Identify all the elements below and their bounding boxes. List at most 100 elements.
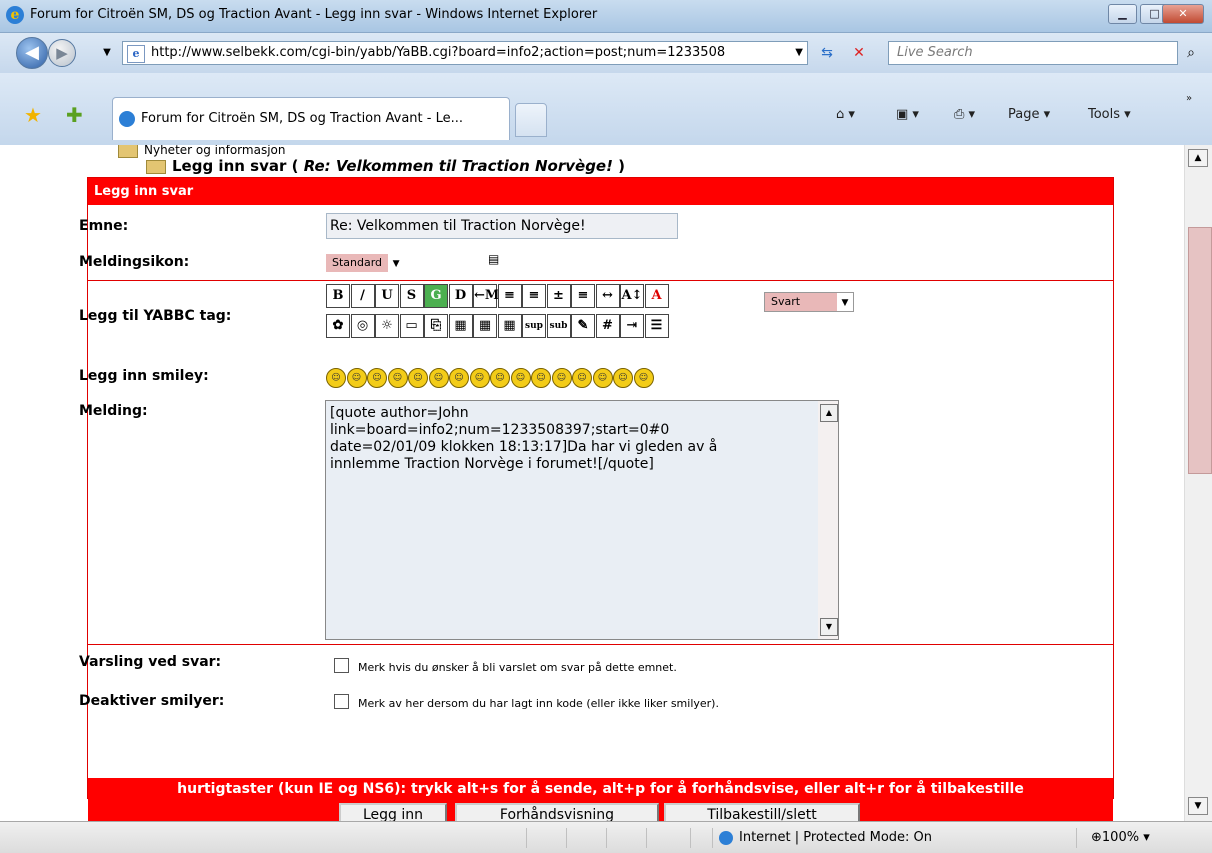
page-viewport: Nyheter og informasjon Legg inn svar ( R… xyxy=(0,145,1184,821)
smiley-icon[interactable]: ☺ xyxy=(572,368,592,388)
tools-menu[interactable]: Tools ▾ xyxy=(1088,107,1131,122)
minimize-button[interactable]: ▁ xyxy=(1108,4,1137,24)
zoom-control[interactable]: ⊕100% ▾ xyxy=(1076,828,1201,848)
yabbc-tool-button[interactable]: B xyxy=(326,284,350,308)
yabbc-tool-button[interactable]: ≡ xyxy=(522,284,546,308)
nosmiley-label: Deaktiver smilyer: xyxy=(79,693,225,709)
nosmiley-text: Merk av her dersom du har lagt inn kode … xyxy=(358,697,719,710)
smiley-icon[interactable]: ☺ xyxy=(326,368,346,388)
yabbc-tool-button[interactable]: ✿ xyxy=(326,314,350,338)
page-menu[interactable]: Page ▾ xyxy=(1008,107,1050,122)
yabbc-tool-button[interactable]: S xyxy=(399,284,424,308)
yabbc-tool-button[interactable]: ⇥ xyxy=(620,314,644,338)
disable-smilies-checkbox[interactable] xyxy=(334,694,349,709)
ie-logo-icon: e xyxy=(6,6,24,24)
message-textarea[interactable]: [quote author=John link=board=info2;num=… xyxy=(325,400,839,640)
yabbc-tool-button[interactable]: # xyxy=(595,314,620,338)
window-titlebar: e Forum for Citroën SM, DS og Traction A… xyxy=(0,0,1212,33)
smiley-icon[interactable]: ☺ xyxy=(490,368,510,388)
yabbc-tool-button[interactable]: A xyxy=(644,284,669,308)
search-icon[interactable]: ⌕ xyxy=(1180,43,1202,63)
folder-open-icon xyxy=(146,159,166,174)
yabbc-tool-button[interactable]: ▦ xyxy=(497,314,522,338)
stop-icon[interactable]: ✕ xyxy=(848,43,870,63)
yabbc-tool-button[interactable]: ▦ xyxy=(473,314,497,338)
page-scrollbar[interactable]: ▲ ▼ xyxy=(1184,145,1212,821)
smiley-icon[interactable]: ☺ xyxy=(367,368,387,388)
smiley-icon[interactable]: ☺ xyxy=(449,368,469,388)
scroll-down-icon[interactable]: ▼ xyxy=(1188,797,1208,815)
textarea-scrollbar[interactable]: ▲ ▼ xyxy=(818,401,838,639)
yabbc-tool-button[interactable]: sub xyxy=(546,314,571,338)
history-dropdown-icon[interactable]: ▼ xyxy=(96,43,118,63)
refresh-icon[interactable]: ⇆ xyxy=(816,43,838,63)
smiley-icon[interactable]: ☺ xyxy=(613,368,633,388)
yabbc-label: Legg til YABBC tag: xyxy=(79,308,232,324)
tab-active[interactable]: Forum for Citroën SM, DS og Traction Ava… xyxy=(112,97,510,140)
yabbc-tool-button[interactable]: ≡ xyxy=(497,284,522,308)
status-cell xyxy=(566,828,567,848)
notify-checkbox[interactable] xyxy=(334,658,349,673)
smiley-icon[interactable]: ☺ xyxy=(346,368,367,388)
yabbc-tool-button[interactable]: A↕ xyxy=(620,284,644,308)
tab-ie-icon xyxy=(119,110,135,127)
yabbc-tool-button[interactable]: ☰ xyxy=(644,314,669,338)
notify-label: Varsling ved svar: xyxy=(79,654,222,670)
message-icon-select[interactable]: Standard ▼ xyxy=(326,254,405,272)
new-tab-button[interactable] xyxy=(515,103,547,137)
smiley-icon[interactable]: ☺ xyxy=(592,368,613,388)
yabbc-tool-button[interactable]: ◎ xyxy=(350,314,375,338)
search-input[interactable]: Live Search xyxy=(888,41,1178,65)
print-icon[interactable]: ⎙ ▾ xyxy=(954,107,975,122)
smiley-icon[interactable]: ☺ xyxy=(510,368,531,388)
back-button[interactable]: ◀ xyxy=(16,37,48,69)
subject-input[interactable]: Re: Velkommen til Traction Norvège! xyxy=(326,213,678,239)
yabbc-tool-button[interactable]: ▦ xyxy=(448,314,473,338)
breadcrumb-board[interactable]: Nyheter og informasjon xyxy=(118,145,285,158)
close-button[interactable]: ✕ xyxy=(1162,4,1204,24)
scroll-up-icon[interactable]: ▲ xyxy=(820,404,838,422)
smiley-icon[interactable]: ☺ xyxy=(408,368,428,388)
yabbc-tool-button[interactable]: sup xyxy=(522,314,546,338)
smiley-icon[interactable]: ☺ xyxy=(531,368,551,388)
feeds-icon[interactable]: ▣ ▾ xyxy=(896,107,919,122)
window-title: Forum for Citroën SM, DS og Traction Ava… xyxy=(30,7,598,22)
globe-icon xyxy=(719,830,733,845)
yabbc-tool-button[interactable]: ± xyxy=(546,284,571,308)
yabbc-tool-button[interactable]: ⎘ xyxy=(424,314,448,338)
favorites-star-icon[interactable]: ★ xyxy=(24,103,42,127)
yabbc-tool-button[interactable]: ↔ xyxy=(595,284,620,308)
scroll-thumb[interactable] xyxy=(1188,227,1212,474)
yabbc-tool-button[interactable]: G xyxy=(424,284,448,308)
smiley-icon[interactable]: ☺ xyxy=(387,368,408,388)
yabbc-tool-button[interactable]: ☼ xyxy=(375,314,399,338)
address-field[interactable]: e http://www.selbekk.com/cgi-bin/yabb/YaB… xyxy=(122,41,808,65)
yabbc-tool-button[interactable]: ▭ xyxy=(399,314,424,338)
yabbc-tool-button[interactable]: ←M xyxy=(473,284,499,308)
yabbc-tool-button[interactable]: ✎ xyxy=(571,314,595,338)
yabbc-tool-button[interactable]: D xyxy=(448,284,473,308)
add-favorites-icon[interactable]: ✚ xyxy=(66,103,83,127)
smiley-icon[interactable]: ☺ xyxy=(469,368,490,388)
home-icon[interactable]: ⌂ ▾ xyxy=(836,107,855,122)
status-cell xyxy=(606,828,607,848)
reset-button[interactable]: Tilbakestill/slett xyxy=(664,803,860,821)
preview-button[interactable]: Forhåndsvisning xyxy=(455,803,659,821)
scroll-up-icon[interactable]: ▲ xyxy=(1188,149,1208,167)
color-select[interactable]: Svart ▼ xyxy=(764,292,854,312)
smiley-icon[interactable]: ☺ xyxy=(428,368,449,388)
yabbc-tool-button[interactable]: / xyxy=(350,284,375,308)
security-zone[interactable]: Internet | Protected Mode: On xyxy=(712,828,1049,848)
message-label: Melding: xyxy=(79,403,148,419)
tab-label: Forum for Citroën SM, DS og Traction Ava… xyxy=(141,111,464,126)
address-dropdown-icon[interactable]: ▼ xyxy=(795,42,803,64)
yabbc-tool-button[interactable]: U xyxy=(375,284,399,308)
forward-button[interactable]: ▶ xyxy=(48,39,76,67)
submit-button[interactable]: Legg inn xyxy=(339,803,447,821)
smiley-icon[interactable]: ☺ xyxy=(551,368,572,388)
chevron-icon[interactable]: » xyxy=(1186,93,1192,104)
smiley-icon[interactable]: ☺ xyxy=(633,368,654,388)
scroll-down-icon[interactable]: ▼ xyxy=(820,618,838,636)
yabbc-tool-button[interactable]: ≡ xyxy=(571,284,595,308)
address-url: http://www.selbekk.com/cgi-bin/yabb/YaBB… xyxy=(151,45,726,60)
